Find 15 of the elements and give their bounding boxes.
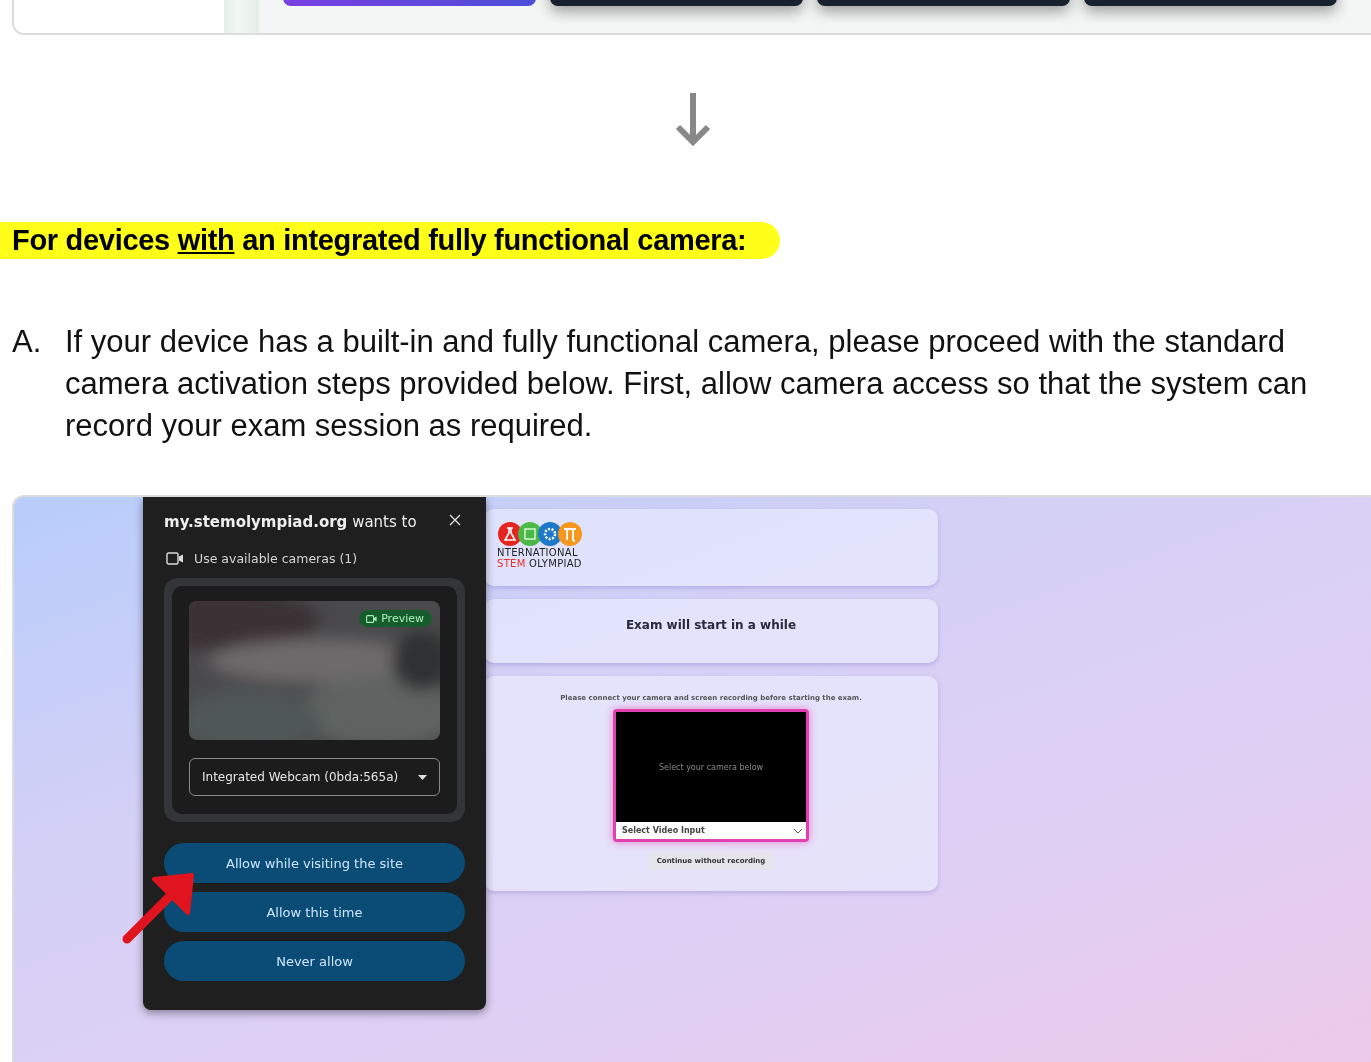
step-text: If your device has a built-in and fully functional camera, please proceed with the standard camera activation steps provided below. First, allow camera access so that the system can record your exam session as required. bbox=[65, 323, 1309, 445]
camera-select[interactable]: Integrated Webcam (0bda:565a) bbox=[189, 758, 440, 797]
logo-text: NTERNATIONAL bbox=[497, 547, 579, 559]
logo-text: STEM OLYMPIAD bbox=[497, 558, 583, 570]
dialog-title: my.stemolympiad.org wants to bbox=[164, 513, 417, 532]
permission-button[interactable]: Allow this time bbox=[164, 892, 465, 933]
permission-button[interactable]: Never allow bbox=[164, 941, 465, 982]
video-input-select[interactable]: Select Video Input bbox=[616, 822, 806, 840]
preview-badge: Preview bbox=[359, 610, 432, 628]
status-title: Exam will start in a while bbox=[625, 618, 797, 633]
permission-text: Use available cameras (1) bbox=[194, 551, 358, 567]
section-heading: For devices with an integrated fully functional camera: bbox=[0, 222, 781, 259]
video-hint-text: Select your camera below bbox=[658, 762, 764, 772]
step-marker: A. bbox=[12, 323, 43, 361]
permission-button[interactable]: Allow while visiting the site bbox=[164, 843, 465, 884]
